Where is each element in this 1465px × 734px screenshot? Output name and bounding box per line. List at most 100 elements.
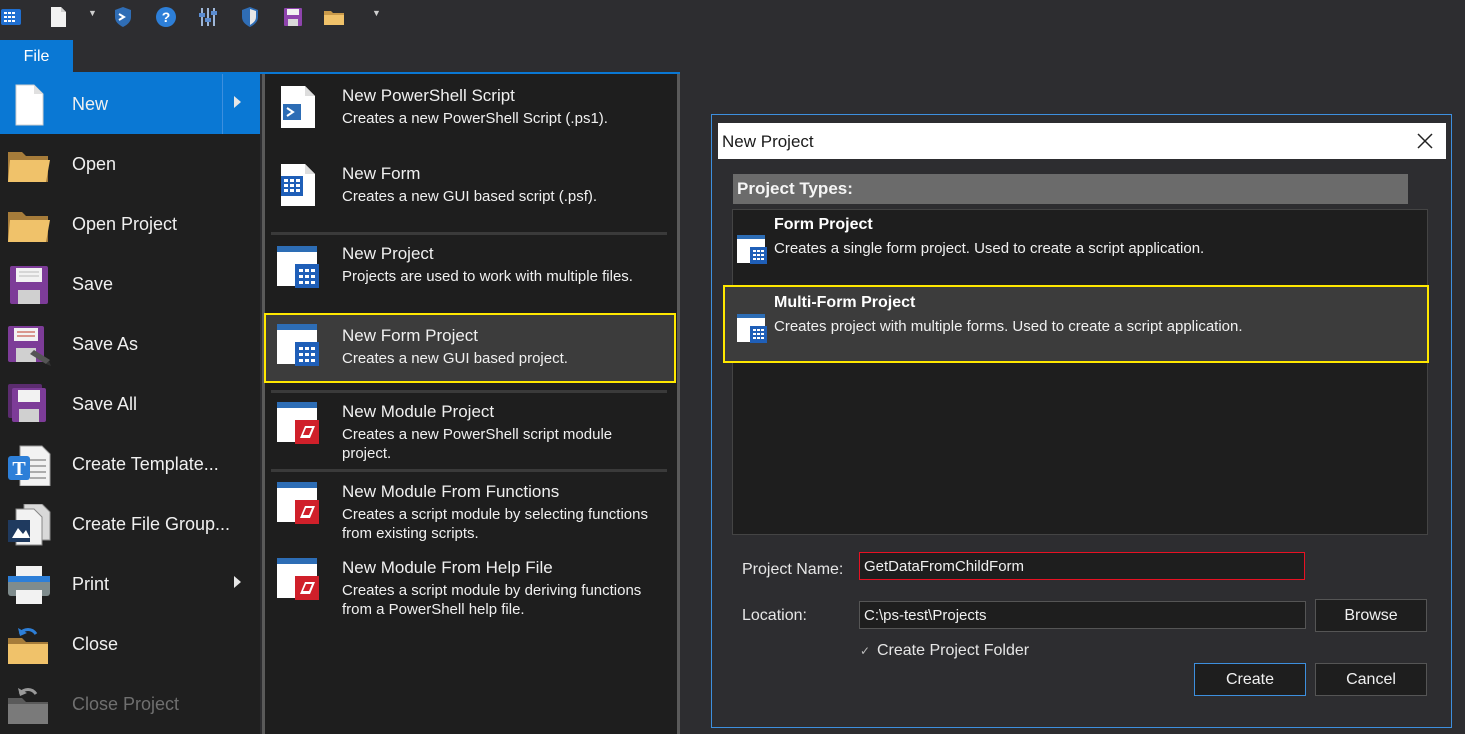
submenu-item-title: New Module Project <box>342 402 495 421</box>
floppy-disk-pen-icon <box>8 326 51 366</box>
browse-button[interactable]: Browse <box>1315 599 1427 632</box>
project-types-header: Project Types: <box>733 174 1408 204</box>
file-group-icon <box>8 504 51 546</box>
new-submenu: New PowerShell Script Creates a new Powe… <box>262 74 680 734</box>
form-project-icon <box>737 235 767 264</box>
close-folder-icon <box>8 628 48 664</box>
menu-item-label: Create Template... <box>72 454 219 474</box>
submenu-item-desc: Projects are used to work with multiple … <box>342 268 633 285</box>
powershell-shield-icon[interactable] <box>111 5 135 29</box>
open-folder-icon[interactable] <box>322 5 346 29</box>
dialog-title: New Project <box>722 132 814 151</box>
menu-item-print[interactable]: Print <box>0 554 260 614</box>
create-project-folder-checkbox[interactable]: ✓ <box>860 644 870 658</box>
menu-item-label: Save <box>72 274 114 294</box>
submenu-item-desc: Creates a new PowerShell Script (.ps1). <box>342 110 608 127</box>
printer-icon <box>8 566 50 604</box>
menu-item-open-project[interactable]: Open Project <box>0 194 260 254</box>
menu-item-label: Create File Group... <box>72 514 231 534</box>
submenu-item-desc: Creates a new PowerShell script module p… <box>342 426 613 462</box>
menu-item-create-file-group[interactable]: Create File Group... <box>0 494 260 554</box>
submenu-item-new-powershell-script[interactable]: New PowerShell Script Creates a new Powe… <box>265 74 675 152</box>
project-type-form-project[interactable]: Form Project Creates a single form proje… <box>733 210 1427 286</box>
new-file-icon[interactable] <box>46 5 70 29</box>
submenu-divider <box>222 74 223 134</box>
submenu-divider <box>271 390 667 393</box>
quick-access-toolbar: ▼ ? ▼ <box>0 0 1465 34</box>
save-icon[interactable] <box>281 5 305 29</box>
app-logo-icon[interactable] <box>0 5 24 29</box>
project-name-label: Project Name: <box>742 561 844 578</box>
folder-icon <box>8 152 50 182</box>
submenu-item-desc: Creates a script module by deriving func… <box>342 582 642 618</box>
submenu-item-new-form[interactable]: New Form Creates a new GUI based script … <box>265 152 675 230</box>
toolbar-customize-chevron-icon[interactable]: ▼ <box>372 8 381 18</box>
menu-item-create-template[interactable]: T Create Template... <box>0 434 260 494</box>
submenu-item-title: New Form <box>342 164 421 183</box>
folder-icon <box>8 212 50 242</box>
template-icon: T <box>8 445 51 486</box>
create-button[interactable]: Create <box>1194 663 1306 696</box>
menu-item-save-as[interactable]: Save As <box>0 314 260 374</box>
module-help-icon <box>277 558 319 600</box>
project-type-name: Form Project <box>774 216 873 233</box>
menu-item-label: Close Project <box>72 694 180 714</box>
location-input[interactable] <box>859 601 1306 629</box>
menu-item-label: New <box>72 94 109 114</box>
submenu-item-title: New Module From Help File <box>342 558 553 577</box>
submenu-item-title: New Module From Functions <box>342 482 560 501</box>
location-label: Location: <box>742 607 807 624</box>
menu-item-close-project: Close Project <box>0 674 260 734</box>
menu-item-label: Close <box>72 634 119 654</box>
project-type-desc: Creates project with multiple forms. Use… <box>774 318 1243 335</box>
svg-text:T: T <box>12 458 26 480</box>
submenu-item-new-module-from-help-file[interactable]: New Module From Help File Creates a scri… <box>265 550 675 626</box>
new-dropdown-chevron-icon[interactable]: ▼ <box>88 8 97 18</box>
close-project-icon <box>8 688 48 724</box>
settings-sliders-icon[interactable] <box>196 5 220 29</box>
menu-item-label: Print <box>72 574 110 594</box>
submenu-item-title: New PowerShell Script <box>342 86 515 105</box>
project-type-desc: Creates a single form project. Used to c… <box>774 240 1205 257</box>
security-shield-icon[interactable] <box>238 5 262 29</box>
submenu-divider <box>271 469 667 472</box>
help-icon[interactable]: ? <box>154 5 178 29</box>
menu-item-label: Open Project <box>72 214 178 234</box>
menu-item-save[interactable]: Save <box>0 254 260 314</box>
submenu-item-title: New Form Project <box>342 326 479 345</box>
new-file-icon <box>15 84 44 126</box>
floppy-disk-icon <box>10 266 48 304</box>
submenu-divider <box>271 232 667 235</box>
svg-text:?: ? <box>162 9 171 25</box>
menu-item-new[interactable]: New <box>0 74 260 134</box>
submenu-item-new-project[interactable]: New Project Projects are used to work wi… <box>265 236 675 314</box>
project-type-multi-form-project[interactable]: Multi-Form Project Creates project with … <box>723 285 1429 363</box>
close-icon[interactable] <box>1414 130 1436 152</box>
powershell-script-icon <box>281 86 315 128</box>
project-type-name: Multi-Form Project <box>774 294 916 311</box>
project-types-list[interactable]: Form Project Creates a single form proje… <box>723 209 1429 535</box>
project-icon <box>277 246 319 288</box>
submenu-item-new-module-project[interactable]: New Module Project Creates a new PowerSh… <box>265 394 675 470</box>
create-project-folder-label: Create Project Folder <box>877 642 1030 659</box>
project-name-input[interactable] <box>859 552 1305 580</box>
multi-form-project-icon <box>737 314 767 343</box>
cancel-button[interactable]: Cancel <box>1315 663 1427 696</box>
submenu-arrow-icon <box>234 576 241 588</box>
submenu-arrow-icon <box>234 96 241 108</box>
submenu-item-desc: Creates a new GUI based project. <box>342 350 568 367</box>
submenu-item-new-form-project[interactable]: New Form Project Creates a new GUI based… <box>265 314 675 382</box>
form-project-icon <box>277 324 319 366</box>
menu-item-open[interactable]: Open <box>0 134 260 194</box>
file-menu: New Open Open Project Save Save As Save … <box>0 74 260 734</box>
module-functions-icon <box>277 482 319 524</box>
dialog-titlebar: New Project <box>718 123 1446 159</box>
submenu-item-title: New Project <box>342 244 434 263</box>
menu-item-close[interactable]: Close <box>0 614 260 674</box>
menu-item-save-all[interactable]: Save All <box>0 374 260 434</box>
file-tab[interactable]: File <box>0 40 73 74</box>
module-project-icon <box>277 402 319 444</box>
floppy-disks-icon <box>8 384 46 422</box>
submenu-item-desc: Creates a script module by selecting fun… <box>342 506 648 542</box>
submenu-item-new-module-from-functions[interactable]: New Module From Functions Creates a scri… <box>265 474 675 550</box>
